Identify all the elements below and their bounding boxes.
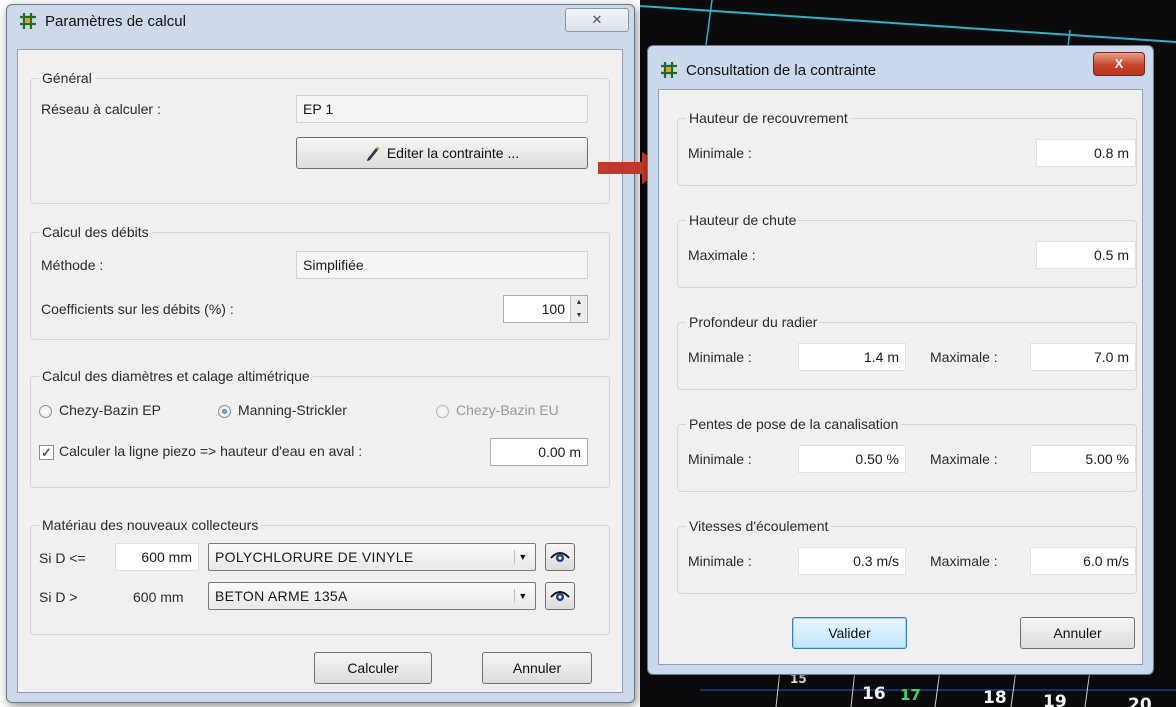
group-title: Hauteur de recouvrement [686,110,851,126]
method-field: Simplifiée [296,251,588,279]
cancel-button[interactable]: Annuler [482,652,592,684]
cad-label: 19 [1043,692,1067,707]
row1-prefix: Si D <= [39,550,86,566]
cancel-label: Annuler [512,660,562,676]
group-title: Profondeur du radier [686,314,821,330]
radio-manning-strickler[interactable] [218,405,231,418]
group-title: Matériau des nouveaux collecteurs [39,517,262,533]
radio-chezy-bazin-ep[interactable] [39,405,52,418]
speed-max-field: 6.0 m/s [1030,547,1136,575]
close-button[interactable]: ✕ [565,8,629,32]
row1-material-select[interactable]: POLYCHLORURE DE VINYLE ▼ [208,543,536,571]
spin-arrows-icon[interactable]: ▲ ▼ [570,296,587,322]
row2-view-button[interactable] [545,582,575,610]
title-bar[interactable]: Paramètres de calcul [7,5,634,37]
close-icon: ✕ [591,12,603,27]
network-field: EP 1 [296,95,588,123]
network-label: Réseau à calculer : [41,101,161,117]
cancel-label: Annuler [1053,625,1102,641]
eye-icon [550,591,570,601]
slope-min-field: 0.50 % [798,445,906,473]
group-title: Vitesses d'écoulement [686,518,832,534]
max-label: Maximale : [688,247,756,263]
coef-stepper[interactable]: 100 ▲ ▼ [503,295,588,323]
group-title: Calcul des débits [39,224,152,240]
group-title: Calcul des diamètres et calage altimétri… [39,368,313,384]
coef-label: Coefficients sur les débits (%) : [41,301,234,317]
group-diameters: Calcul des diamètres et calage altimétri… [30,368,610,488]
cad-label: 18 [983,688,1007,707]
method-label: Méthode : [41,257,104,273]
piezo-height-field[interactable]: 0.00 m [490,438,588,466]
constraint-window: Consultation de la contrainte X Hauteur … [647,45,1154,675]
depth-max-field: 7.0 m [1030,343,1136,371]
calculate-button[interactable]: Calculer [314,652,432,684]
cad-label: 20 [1128,695,1152,707]
cad-label: 17 [900,686,921,704]
min-label: Minimale : [688,451,752,467]
dropdown-arrow-icon: ▼ [514,589,531,603]
radio-label: Chezy-Bazin EU [456,402,559,418]
min-label: Minimale : [688,145,752,161]
cover-min-field: 0.8 m [1036,139,1136,167]
radio-label: Chezy-Bazin EP [59,402,161,418]
group-title: Pentes de pose de la canalisation [686,416,902,432]
group-general: Général Réseau à calculer : EP 1 Editer … [30,70,610,204]
coef-value: 100 [541,301,565,317]
window-title: Paramètres de calcul [45,12,186,30]
max-label: Maximale : [930,553,998,569]
row2-material-value: BETON ARME 135A [215,588,348,604]
window-body: Général Réseau à calculer : EP 1 Editer … [17,49,623,693]
app-grid-icon [661,62,677,78]
depth-min-field: 1.4 m [798,343,906,371]
edit-constraint-label: Editer la contrainte ... [386,145,520,161]
group-depth: Profondeur du radier Minimale : 1.4 m Ma… [677,314,1137,390]
row1-view-button[interactable] [545,543,575,571]
row2-diameter: 600 mm [133,589,184,605]
edit-constraint-button[interactable]: Editer la contrainte ... [296,137,588,169]
radio-chezy-bazin-eu[interactable] [436,405,449,418]
min-label: Minimale : [688,349,752,365]
group-title: Hauteur de chute [686,212,800,228]
close-icon: X [1114,56,1124,71]
checkmark-icon: ✓ [41,445,52,460]
group-title: Général [39,70,95,86]
cancel-button[interactable]: Annuler [1020,617,1135,649]
group-materials: Matériau des nouveaux collecteurs Si D <… [30,517,610,635]
window-title: Consultation de la contrainte [686,61,877,79]
dropdown-arrow-icon: ▼ [514,550,531,564]
row2-material-select[interactable]: BETON ARME 135A ▼ [208,582,536,610]
app-grid-icon [20,13,36,29]
row1-diameter-field[interactable]: 600 mm [115,543,199,571]
row2-prefix: Si D > [39,589,78,605]
group-slopes: Pentes de pose de la canalisation Minima… [677,416,1137,492]
group-drop-height: Hauteur de chute Maximale : 0.5 m [677,212,1137,288]
title-bar[interactable]: Consultation de la contrainte [648,54,1153,86]
min-label: Minimale : [688,553,752,569]
max-label: Maximale : [930,451,998,467]
drop-max-field: 0.5 m [1036,241,1136,269]
close-button[interactable]: X [1093,52,1145,76]
speed-min-field: 0.3 m/s [798,547,906,575]
calculate-label: Calculer [347,660,399,676]
validate-button[interactable]: Valider [792,617,907,649]
slope-max-field: 5.00 % [1030,445,1136,473]
max-label: Maximale : [930,349,998,365]
eye-icon [550,552,570,562]
group-speeds: Vitesses d'écoulement Minimale : 0.3 m/s… [677,518,1137,594]
calc-params-window: Paramètres de calcul ✕ Général Réseau à … [6,4,635,703]
cad-label: 16 [862,684,886,704]
radio-label: Manning-Strickler [238,402,347,418]
validate-label: Valider [828,625,871,641]
group-cover-height: Hauteur de recouvrement Minimale : 0.8 m [677,110,1137,186]
row1-material-value: POLYCHLORURE DE VINYLE [215,549,414,565]
piezo-label: Calculer la ligne piezo => hauteur d'eau… [59,443,363,459]
pencil-icon [366,146,380,161]
window-body: Hauteur de recouvrement Minimale : 0.8 m… [658,89,1143,665]
piezo-checkbox[interactable]: ✓ [39,445,54,460]
group-flows: Calcul des débits Méthode : Simplifiée C… [30,224,610,340]
